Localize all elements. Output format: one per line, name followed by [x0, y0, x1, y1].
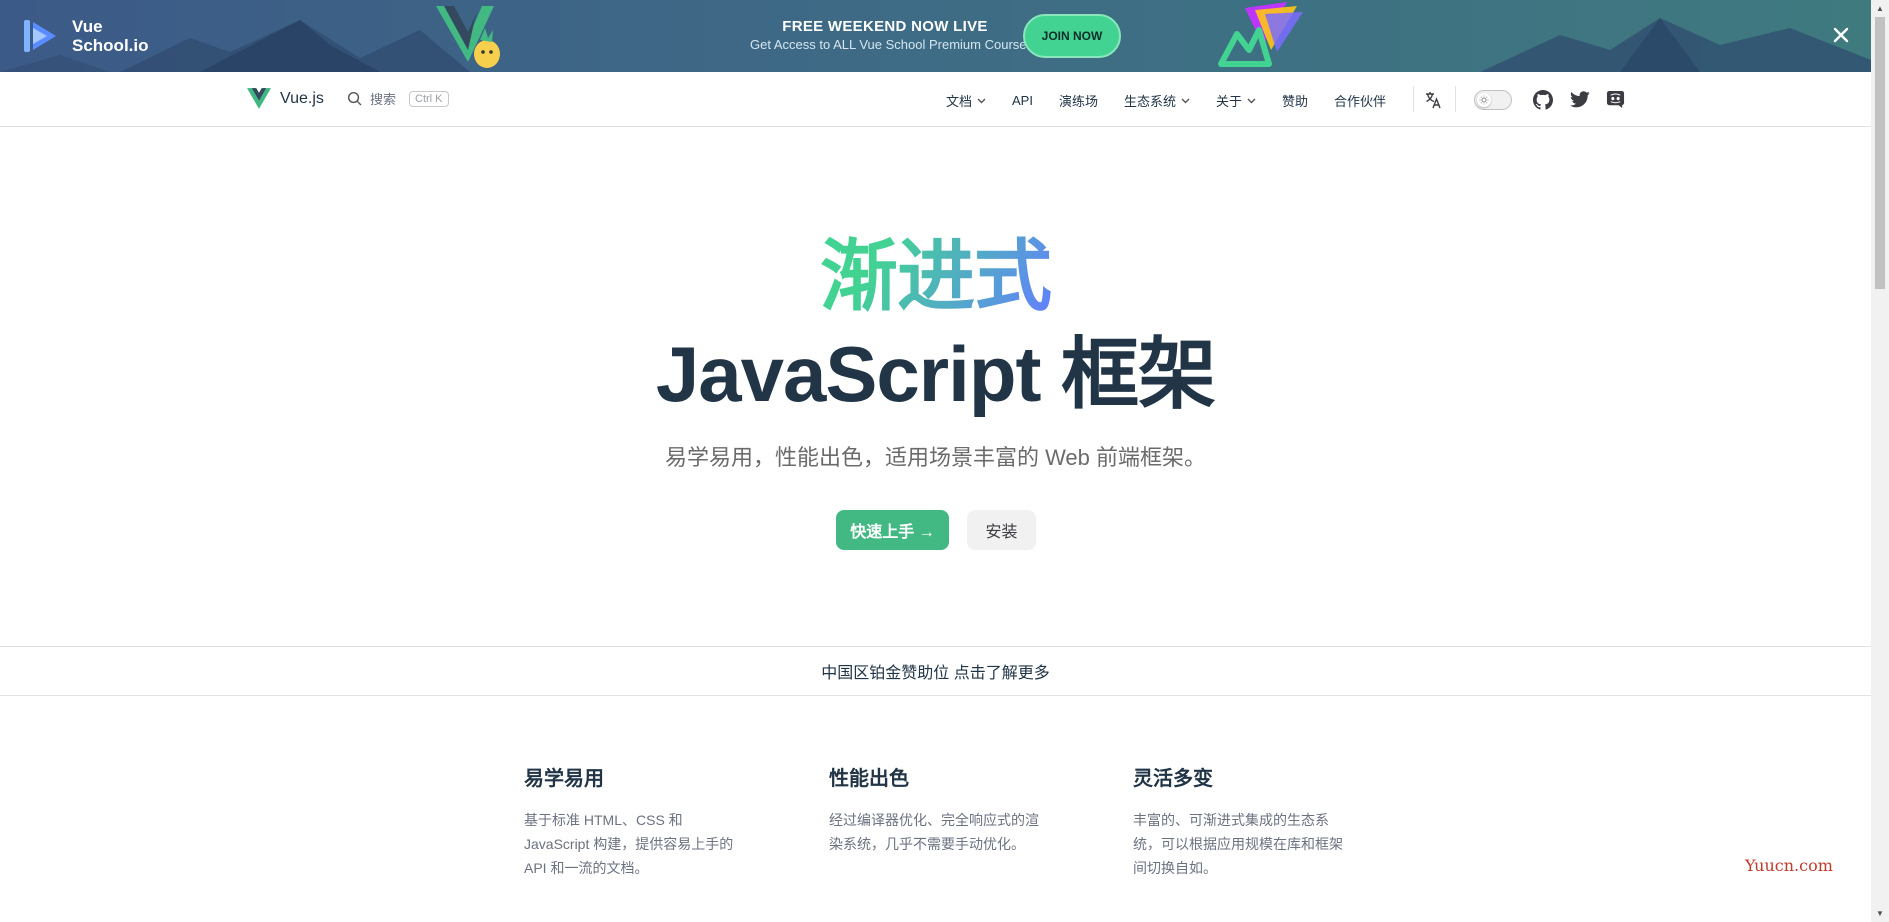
chevron-down-icon — [1247, 98, 1256, 103]
nav-item-label: 生态系统 — [1124, 94, 1177, 109]
nav-item-label: 文档 — [946, 94, 973, 109]
promo-title: FREE WEEKEND NOW LIVE — [782, 18, 988, 35]
feature-title: 灵活多变 — [1133, 768, 1213, 790]
feature-description: 丰富的、可渐进式集成的生态系统，可以根据应用规模在库和框架间切换自如。 — [1133, 812, 1343, 876]
scroll-down-arrow[interactable]: ▼ — [1871, 905, 1889, 922]
join-now-button[interactable]: JOIN NOW — [1023, 14, 1121, 58]
hero-accent-title: 渐进式 — [0, 226, 1871, 326]
nav-menu: 文档 API 演练场 生态系统 关于 赞助 合作伙伴 — [946, 91, 1412, 110]
search-icon — [347, 91, 362, 106]
scroll-up-arrow[interactable]: ▲ — [1871, 0, 1889, 17]
feature-description: 经过编译器优化、完全响应式的渲染系统，几乎不需要手动优化。 — [829, 812, 1039, 852]
install-button[interactable]: 安装 — [967, 510, 1036, 550]
nav-item-about[interactable]: 关于 — [1216, 91, 1256, 110]
chevron-down-icon — [977, 98, 986, 103]
promo-subtitle: Get Access to ALL Vue School Premium Cou… — [750, 37, 1034, 52]
vue-pineapple-illustration — [436, 6, 500, 68]
vite-illustration — [1218, 2, 1303, 67]
vue-logo-icon — [247, 88, 271, 109]
nav-item-label: 演练场 — [1058, 94, 1098, 109]
nav-item-sponsor[interactable]: 赞助 — [1282, 91, 1308, 110]
feature-title: 性能出色 — [829, 768, 909, 790]
brand-name: Vue.js — [280, 89, 324, 107]
feature-title: 易学易用 — [524, 768, 604, 790]
vuejs-brand[interactable]: Vue.js — [247, 88, 324, 109]
search-button[interactable]: 搜索 Ctrl K — [347, 89, 449, 108]
feature-approachable: 易学易用 基于标准 HTML、CSS 和 JavaScript 构建，提供容易上… — [524, 764, 739, 880]
page-scrollbar[interactable]: ▲ ▼ — [1871, 0, 1889, 922]
scroll-thumb[interactable] — [1875, 17, 1885, 289]
nav-item-label: API — [1012, 93, 1033, 108]
promo-brand-line2: School.io — [72, 36, 149, 55]
promo-brand-line1: Vue — [72, 17, 103, 36]
nav-divider — [1413, 86, 1414, 112]
feature-versatile: 灵活多变 丰富的、可渐进式集成的生态系统，可以根据应用规模在库和框架间切换自如。 — [1133, 764, 1348, 880]
translate-icon[interactable] — [1424, 91, 1442, 109]
nav-divider — [1455, 86, 1456, 112]
github-icon[interactable] — [1533, 90, 1553, 110]
search-shortcut: Ctrl K — [409, 90, 449, 107]
nav-item-docs[interactable]: 文档 — [946, 91, 986, 110]
twitter-icon[interactable] — [1570, 91, 1590, 108]
nav-item-label: 赞助 — [1282, 94, 1309, 109]
vueschool-logo-icon — [24, 20, 56, 52]
feature-description: 基于标准 HTML、CSS 和 JavaScript 构建，提供容易上手的 AP… — [524, 812, 734, 876]
discord-icon[interactable] — [1606, 90, 1625, 109]
nav-item-partners[interactable]: 合作伙伴 — [1334, 91, 1386, 110]
nav-item-label: 关于 — [1216, 94, 1243, 109]
search-label: 搜索 — [370, 92, 397, 107]
close-icon[interactable] — [1830, 24, 1852, 46]
nav-item-ecosystem[interactable]: 生态系统 — [1124, 91, 1190, 110]
top-navigation: Vue.js 搜索 Ctrl K 文档 API 演练场 生态系统 关于 赞助 合… — [0, 72, 1871, 127]
nav-item-api[interactable]: API — [1012, 93, 1033, 108]
chevron-down-icon — [1181, 98, 1190, 103]
watermark: Yuucn.com — [1745, 856, 1833, 875]
hero-tagline: 易学易用，性能出色，适用场景丰富的 Web 前端框架。 — [664, 445, 1207, 470]
theme-toggle[interactable] — [1474, 90, 1512, 110]
promo-banner: Vue School.io FREE WEEKEND NOW LIVE Get … — [0, 0, 1871, 72]
sun-icon — [1477, 93, 1491, 107]
vueschool-logo[interactable]: Vue School.io — [22, 16, 149, 56]
feature-performant: 性能出色 经过编译器优化、完全响应式的渲染系统，几乎不需要手动优化。 — [829, 764, 1044, 856]
nav-item-playground[interactable]: 演练场 — [1059, 91, 1098, 110]
sun-glyph — [1479, 95, 1489, 105]
hero-accent-text: 渐进式 — [819, 232, 1052, 320]
get-started-button[interactable]: 快速上手 → — [836, 510, 949, 550]
sponsor-text: 中国区铂金赞助位 点击了解更多 — [821, 665, 1050, 682]
nav-item-label: 合作伙伴 — [1334, 94, 1387, 109]
sponsor-banner[interactable]: 中国区铂金赞助位 点击了解更多 — [0, 646, 1871, 696]
hero-title: JavaScript 框架 — [655, 330, 1216, 418]
